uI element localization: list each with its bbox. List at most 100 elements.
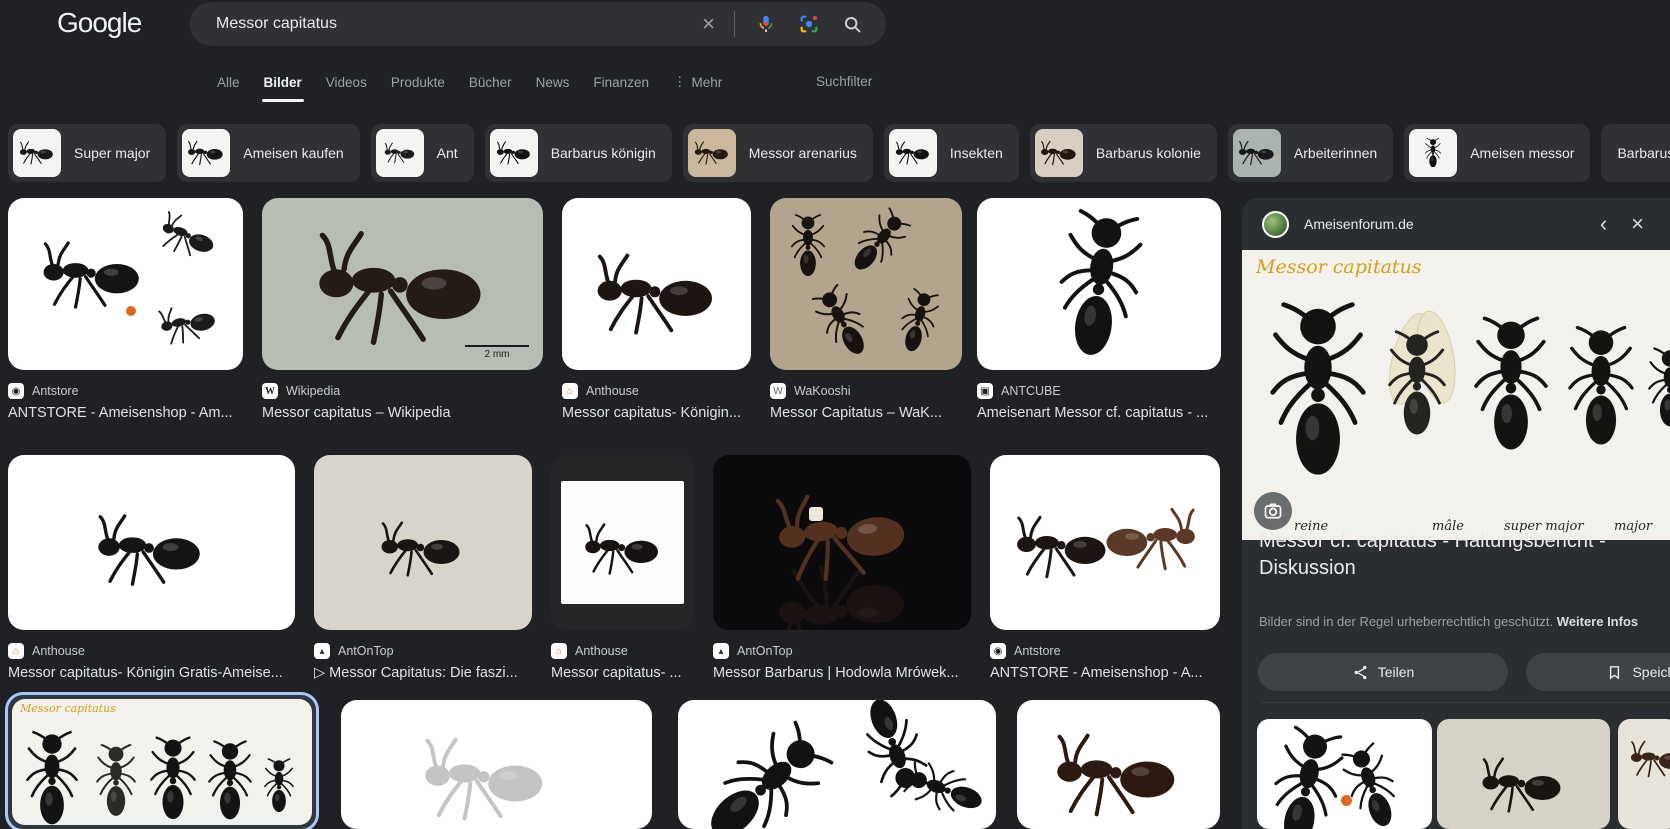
site-avatar bbox=[1262, 211, 1289, 238]
result-card[interactable] bbox=[678, 700, 996, 829]
chip-thumbnail bbox=[688, 129, 736, 177]
result-title[interactable]: Messor capitatus- Königin... bbox=[562, 405, 751, 421]
source-name: AntOnTop bbox=[737, 644, 793, 658]
search-icon[interactable] bbox=[840, 12, 864, 36]
result-title[interactable]: Messor Capitatus – WaK... bbox=[770, 405, 962, 421]
result-card[interactable]: ▴ AntOnTop ▷ Messor Capitatus: Die faszi… bbox=[314, 455, 532, 681]
chip-barbarus-koenigin[interactable]: Barbarus königin bbox=[485, 124, 672, 182]
related-image[interactable] bbox=[1618, 719, 1670, 829]
related-image[interactable] bbox=[1257, 719, 1432, 829]
result-source[interactable]: ▣ ANTCUBE bbox=[977, 383, 1221, 399]
result-source[interactable]: ⌂ Anthouse bbox=[551, 643, 694, 659]
result-title[interactable]: Messor capitatus- ... bbox=[551, 665, 694, 681]
result-card[interactable] bbox=[341, 700, 652, 829]
result-image[interactable] bbox=[977, 198, 1221, 370]
weitere-infos-link[interactable]: Weitere Infos bbox=[1557, 614, 1638, 629]
tab-news[interactable]: News bbox=[536, 75, 570, 98]
result-card[interactable]: ⌂ Anthouse Messor capitatus- Königin... bbox=[562, 198, 751, 421]
tab-alle[interactable]: Alle bbox=[217, 75, 240, 98]
chip-thumbnail bbox=[889, 129, 937, 177]
tab-videos[interactable]: Videos bbox=[326, 75, 367, 98]
result-title[interactable]: Messor capitatus – Wikipedia bbox=[262, 405, 543, 421]
result-source[interactable]: W Wikipedia bbox=[262, 383, 543, 399]
search-divider bbox=[734, 11, 735, 37]
result-source[interactable]: ◉ Antstore bbox=[8, 383, 243, 399]
result-image[interactable] bbox=[8, 455, 295, 630]
result-title[interactable]: Ameisenart Messor cf. capitatus - ... bbox=[977, 405, 1221, 421]
result-image[interactable]: 2 mm bbox=[262, 198, 543, 370]
clear-search-icon[interactable]: × bbox=[702, 13, 715, 35]
save-label: Speichern bbox=[1632, 664, 1670, 680]
result-title[interactable]: Messor capitatus- Königin Gratis-Ameise.… bbox=[8, 665, 295, 681]
chip-barbarus-kolonie[interactable]: Barbarus kolonie bbox=[1030, 124, 1217, 182]
tab-mehr[interactable]: ⋮ Mehr bbox=[673, 74, 722, 98]
google-lens-icon[interactable] bbox=[797, 12, 821, 36]
share-button[interactable]: Teilen bbox=[1258, 653, 1508, 691]
tab-bilder[interactable]: Bilder bbox=[264, 75, 302, 98]
result-title[interactable]: ▷ Messor Capitatus: Die faszi... bbox=[314, 665, 532, 681]
result-image[interactable] bbox=[314, 455, 532, 630]
result-card[interactable] bbox=[1017, 700, 1220, 829]
result-image[interactable] bbox=[1017, 700, 1220, 829]
result-image[interactable] bbox=[551, 455, 694, 630]
result-source[interactable]: ▴ AntOnTop bbox=[713, 643, 971, 659]
tab-buecher[interactable]: Bücher bbox=[469, 75, 512, 98]
suchfilter-button[interactable]: Suchfilter bbox=[816, 74, 872, 89]
result-image[interactable] bbox=[562, 198, 751, 370]
result-title[interactable]: ANTSTORE - Ameisenshop - A... bbox=[990, 665, 1220, 681]
result-source[interactable]: ⌂ Anthouse bbox=[562, 383, 751, 399]
result-card[interactable]: ▴ AntOnTop Messor Barbarus | Hodowla Mró… bbox=[713, 455, 971, 681]
result-card[interactable]: ⌂ Anthouse Messor capitatus- Königin Gra… bbox=[8, 455, 295, 681]
result-title[interactable]: ANTSTORE - Ameisenshop - Am... bbox=[8, 405, 243, 421]
chip-thumbnail bbox=[376, 129, 424, 177]
result-card[interactable]: ◉ Antstore ANTSTORE - Ameisenshop - A... bbox=[990, 455, 1220, 681]
selected-image[interactable]: Messor capitatus bbox=[12, 699, 312, 825]
result-image[interactable] bbox=[678, 700, 996, 829]
search-input[interactable] bbox=[190, 15, 702, 33]
microphone-icon[interactable] bbox=[754, 12, 778, 36]
result-image[interactable] bbox=[770, 198, 962, 370]
result-source[interactable]: W WaKooshi bbox=[770, 383, 962, 399]
panel-main-image[interactable]: Messor capitatus reine mâle super major … bbox=[1242, 250, 1670, 540]
chip-thumbnail bbox=[182, 129, 230, 177]
result-title[interactable]: Messor Barbarus | Hodowla Mrówek... bbox=[713, 665, 971, 681]
result-card[interactable]: ◉ Antstore ANTSTORE - Ameisenshop - Am..… bbox=[8, 198, 243, 421]
save-button[interactable]: Speichern bbox=[1526, 653, 1670, 691]
tab-finanzen[interactable]: Finanzen bbox=[593, 75, 649, 98]
chip-ameisen-kaufen[interactable]: Ameisen kaufen bbox=[177, 124, 359, 182]
panel-site-name[interactable]: Ameisenforum.de bbox=[1304, 216, 1588, 232]
chip-ameisen-messor[interactable]: Ameisen messor bbox=[1404, 124, 1590, 182]
chip-super-major[interactable]: Super major bbox=[8, 124, 166, 182]
chip-ant[interactable]: Ant bbox=[371, 124, 474, 182]
search-bar[interactable]: × bbox=[190, 2, 886, 46]
result-card-selected[interactable]: Messor capitatus bbox=[5, 692, 319, 829]
google-logo[interactable]: Google bbox=[57, 7, 141, 39]
result-card[interactable]: ⌂ Anthouse Messor capitatus- ... bbox=[551, 455, 694, 681]
result-card[interactable]: ▣ ANTCUBE Ameisenart Messor cf. capitatu… bbox=[977, 198, 1221, 421]
result-image[interactable] bbox=[8, 198, 243, 370]
result-image[interactable] bbox=[713, 455, 971, 630]
result-card[interactable]: W WaKooshi Messor Capitatus – WaK... bbox=[770, 198, 962, 421]
result-image[interactable] bbox=[990, 455, 1220, 630]
chip-barbarus-ameisen[interactable]: Barbarus ameisen bbox=[1601, 124, 1670, 182]
tab-produkte[interactable]: Produkte bbox=[391, 75, 445, 98]
chip-arbeiterinnen[interactable]: Arbeiterinnen bbox=[1228, 124, 1393, 182]
result-source[interactable]: ▴ AntOnTop bbox=[314, 643, 532, 659]
related-image[interactable] bbox=[1437, 719, 1610, 829]
result-card[interactable]: 2 mm W Wikipedia Messor capitatus – Wiki… bbox=[262, 198, 543, 421]
chip-label: Ameisen kaufen bbox=[235, 145, 359, 161]
result-source[interactable]: ◉ Antstore bbox=[990, 643, 1220, 659]
search-inside-image-lens-button[interactable] bbox=[1254, 492, 1292, 530]
chip-insekten[interactable]: Insekten bbox=[884, 124, 1019, 182]
close-icon[interactable]: × bbox=[1619, 213, 1656, 235]
tab-mehr-label: Mehr bbox=[691, 75, 722, 90]
panel-result-title[interactable]: Messor cf. capitatus - Haltungsbericht -… bbox=[1259, 528, 1649, 582]
chevron-left-icon[interactable]: ‹ bbox=[1588, 213, 1619, 235]
result-image[interactable] bbox=[341, 700, 652, 829]
site-favicon: ⌂ bbox=[551, 643, 567, 659]
site-favicon: W bbox=[770, 383, 786, 399]
share-label: Teilen bbox=[1378, 664, 1415, 680]
brood-dot bbox=[126, 306, 136, 316]
result-source[interactable]: ⌂ Anthouse bbox=[8, 643, 295, 659]
chip-messor-arenarius[interactable]: Messor arenarius bbox=[683, 124, 873, 182]
